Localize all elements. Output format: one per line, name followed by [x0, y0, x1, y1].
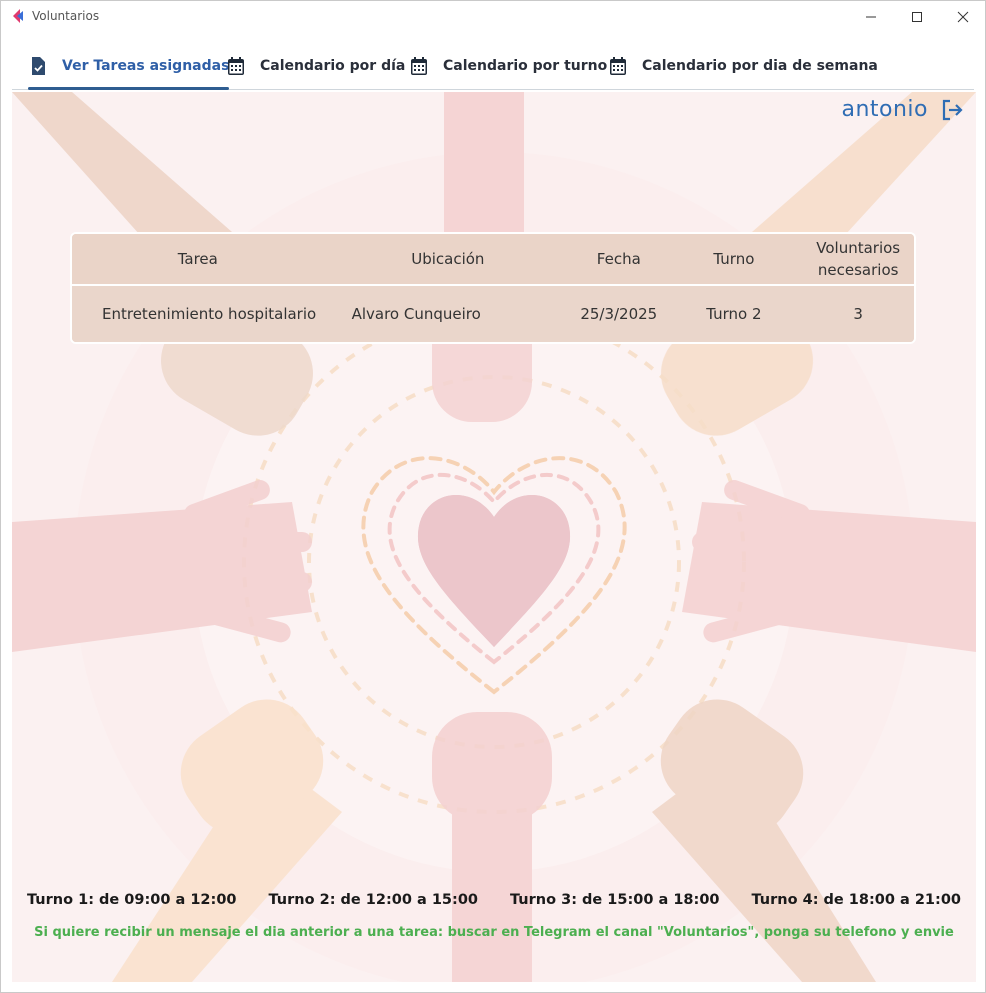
- turnos-legend: Turno 1: de 09:00 a 12:00 Turno 2: de 12…: [12, 892, 976, 908]
- tab-calendario-dia[interactable]: Calendario por día: [226, 43, 405, 89]
- hands-heart-background: [12, 92, 976, 982]
- calendar-icon: [610, 57, 626, 75]
- tasks-table: Tarea Ubicación Fecha Turno Voluntarios …: [70, 232, 916, 344]
- tab-label: Calendario por dia de semana: [642, 58, 878, 74]
- app-window: Voluntarios Ver Tareas asignadas Calenda…: [0, 0, 986, 993]
- app-logo-icon: [13, 9, 23, 23]
- username-label: antonio: [841, 97, 928, 122]
- column-header-tarea: Tarea: [72, 234, 324, 286]
- main-content: antonio Tarea Ubicación Fecha Turno Volu…: [12, 92, 976, 982]
- user-area: antonio: [841, 97, 964, 122]
- turno-1-label: Turno 1: de 09:00 a 12:00: [27, 892, 237, 908]
- window-title: Voluntarios: [32, 9, 100, 23]
- column-header-ubicacion: Ubicación: [323, 234, 573, 286]
- tab-label: Ver Tareas asignadas: [62, 58, 230, 74]
- logout-icon[interactable]: [940, 98, 964, 122]
- cell-voluntarios: 3: [802, 285, 914, 342]
- cell-turno: Turno 2: [665, 285, 803, 342]
- tab-calendario-semana[interactable]: Calendario por dia de semana: [608, 43, 878, 89]
- table-header-row: Tarea Ubicación Fecha Turno Voluntarios …: [72, 234, 914, 286]
- column-header-turno: Turno: [665, 234, 803, 286]
- minimize-button[interactable]: [848, 1, 894, 32]
- maximize-icon: [912, 11, 922, 22]
- calendar-icon: [411, 57, 427, 75]
- tab-calendario-turno[interactable]: Calendario por turno: [409, 43, 607, 89]
- calendar-icon: [228, 57, 244, 75]
- maximize-button[interactable]: [894, 1, 940, 32]
- cell-fecha: 25/3/2025: [572, 285, 666, 342]
- telegram-note: Si quiere recibir un mensaje el dia ante…: [34, 925, 954, 940]
- close-button[interactable]: [940, 1, 986, 32]
- column-header-voluntarios: Voluntarios necesarios: [802, 234, 914, 286]
- turno-3-label: Turno 3: de 15:00 a 18:00: [510, 892, 720, 908]
- title-bar: Voluntarios: [1, 1, 985, 32]
- close-icon: [957, 11, 969, 22]
- turno-2-label: Turno 2: de 12:00 a 15:00: [268, 892, 479, 908]
- tab-ver-tareas[interactable]: Ver Tareas asignadas: [28, 43, 230, 90]
- table-row[interactable]: Entretenimiento hospitalario Alvaro Cunq…: [72, 285, 914, 342]
- cell-ubicacion: Alvaro Cunqueiro: [323, 285, 573, 342]
- tab-label: Calendario por día: [260, 58, 406, 74]
- tab-label: Calendario por turno: [443, 58, 608, 74]
- tab-bar: Ver Tareas asignadas Calendario por día …: [12, 43, 974, 90]
- cell-tarea: Entretenimiento hospitalario: [72, 285, 324, 342]
- column-header-fecha: Fecha: [572, 234, 666, 286]
- turno-4-label: Turno 4: de 18:00 a 21:00: [751, 892, 962, 908]
- assignment-check-icon: [32, 57, 45, 75]
- minimize-icon: [866, 16, 876, 17]
